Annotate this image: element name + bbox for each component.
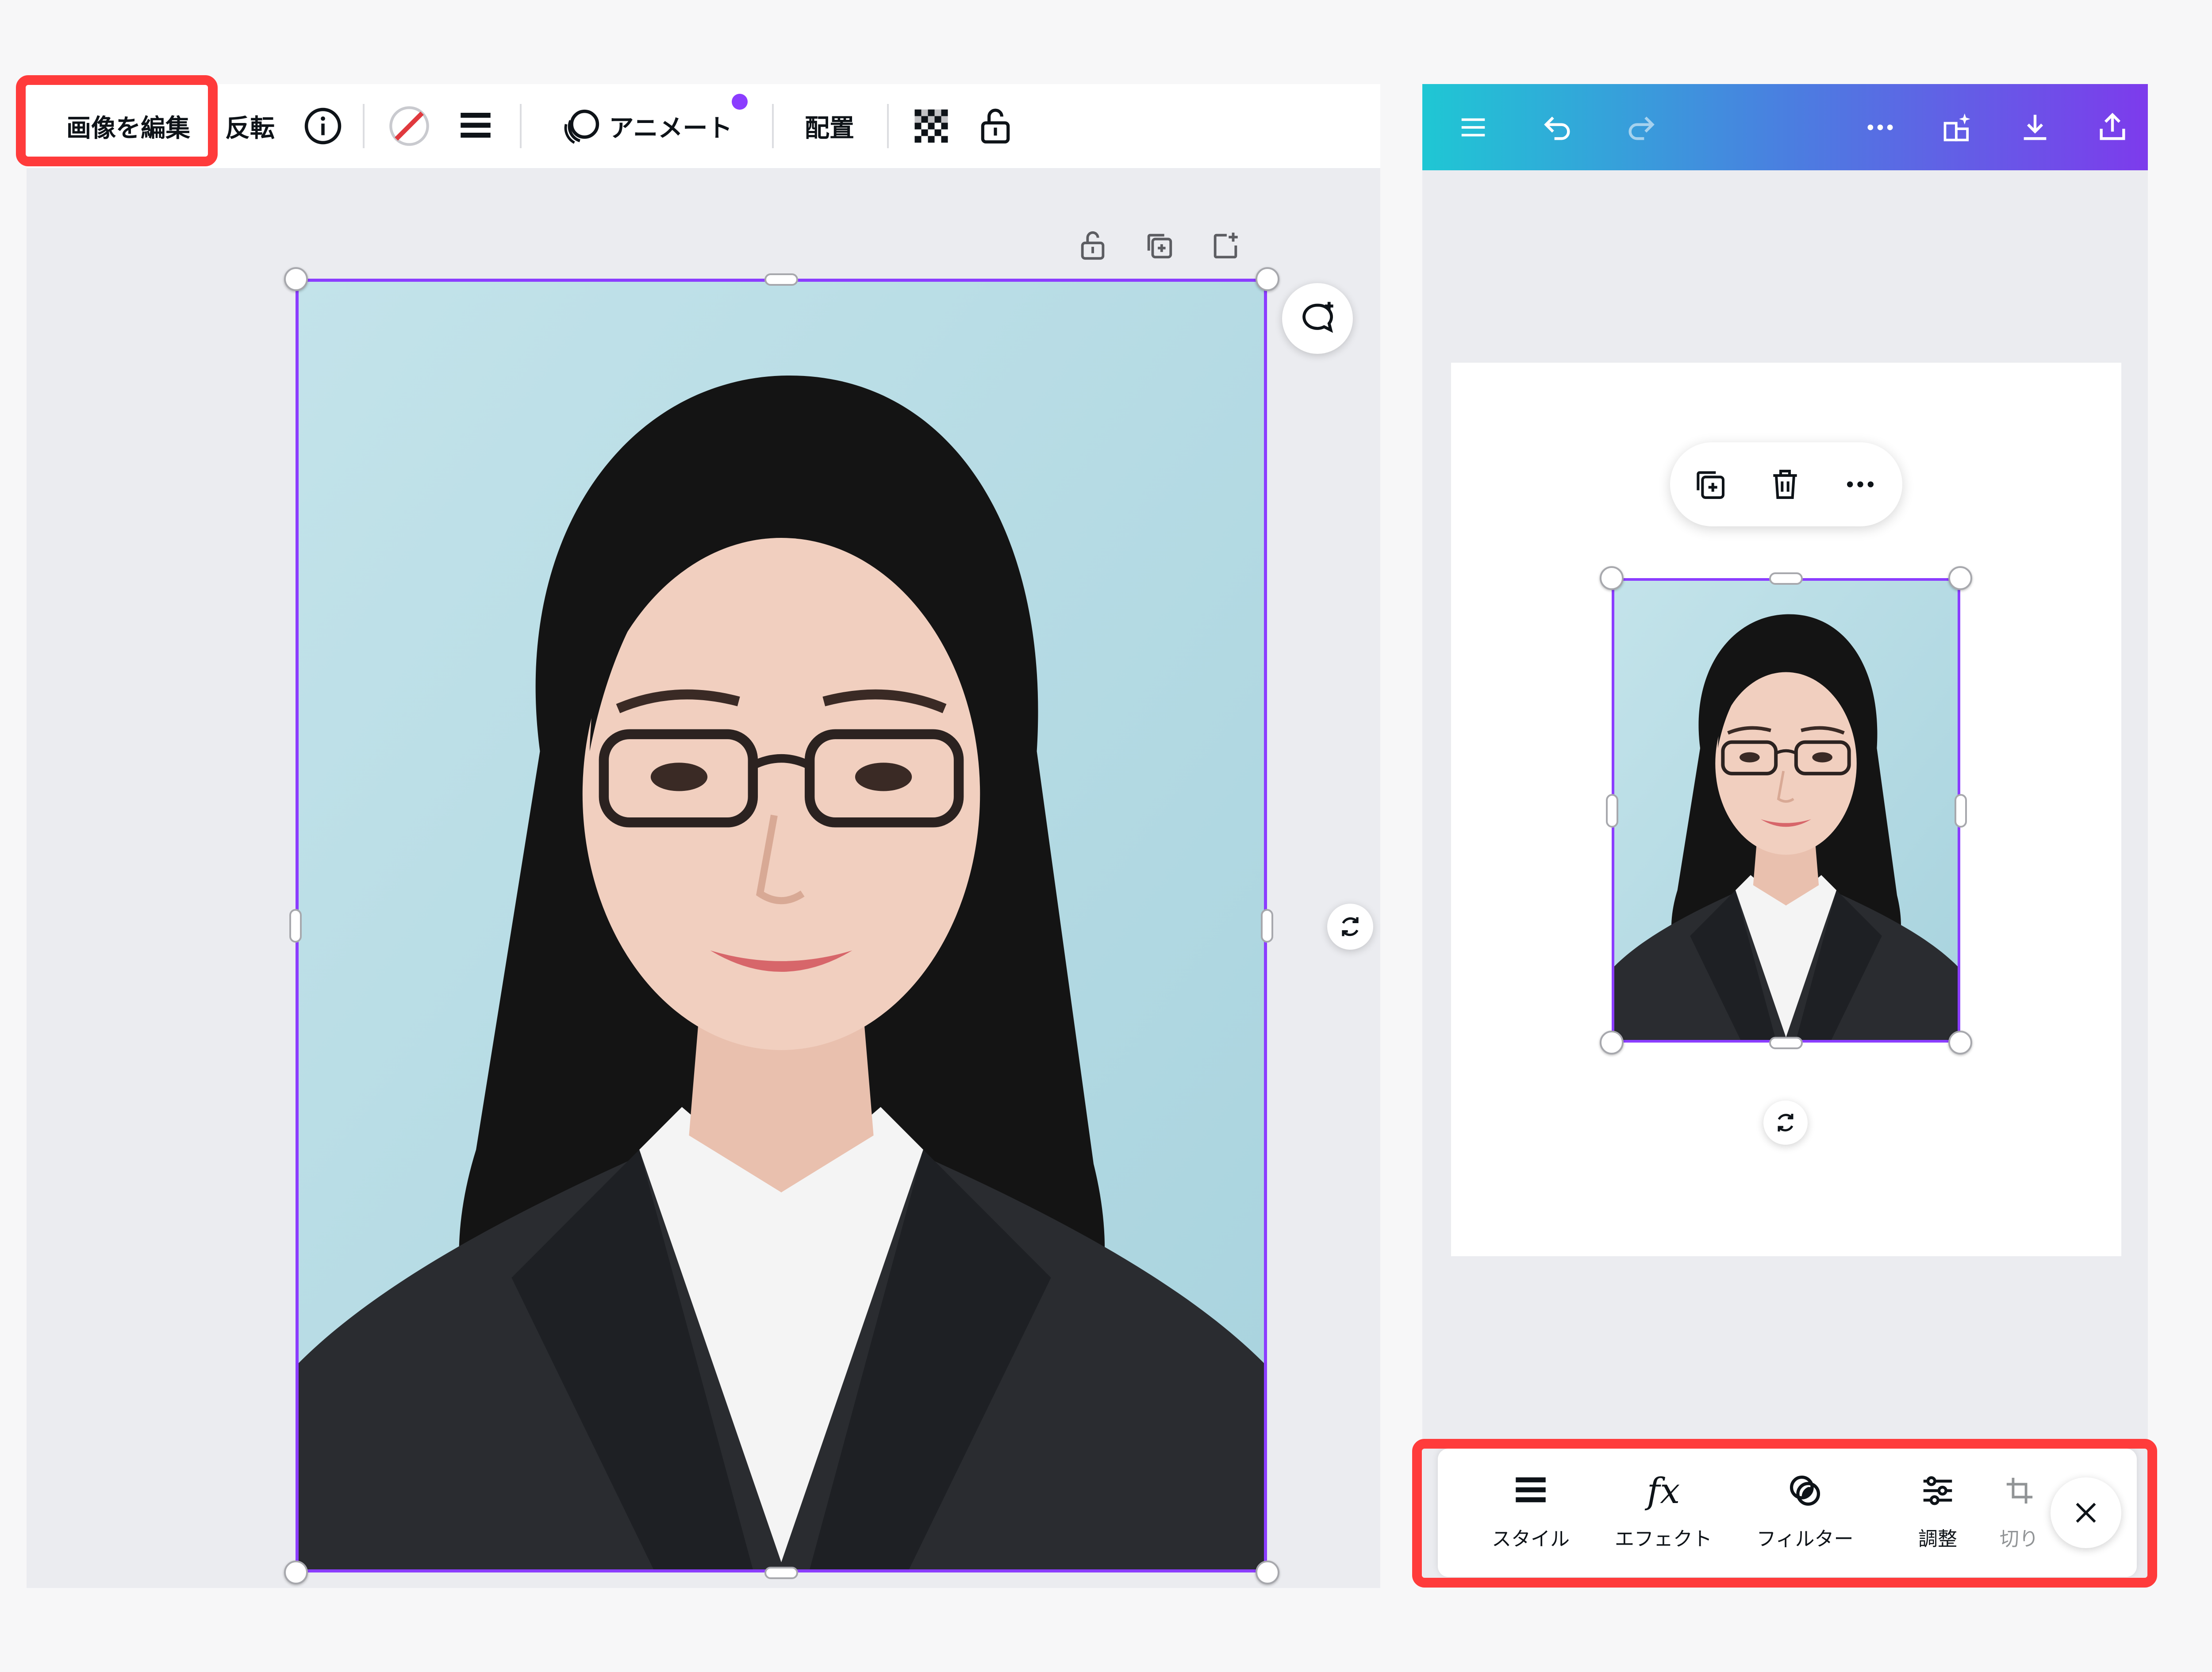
flip-button[interactable]: 反転	[217, 84, 283, 168]
more-options-button[interactable]	[1851, 84, 1909, 170]
resize-handle[interactable]	[1256, 1561, 1279, 1584]
rotate-button-mobile[interactable]	[1763, 1101, 1808, 1145]
resize-handle[interactable]	[1600, 1031, 1624, 1055]
adjust-label: 調整	[1918, 1528, 1957, 1550]
toolbar-divider	[363, 104, 365, 148]
flip-label: 反転	[225, 114, 275, 143]
duplicate-button[interactable]	[1688, 462, 1732, 506]
toolbar-divider	[772, 104, 774, 148]
duplicate-icon	[1147, 234, 1172, 259]
info-button[interactable]	[292, 84, 354, 168]
edit-image-button[interactable]: 画像を編集	[40, 84, 217, 168]
lock-element-button[interactable]	[1071, 223, 1115, 268]
rotate-icon	[1778, 1114, 1793, 1131]
transparency-checker-icon	[914, 109, 948, 143]
trash-icon	[1773, 470, 1797, 499]
border-style-button[interactable]	[442, 84, 509, 168]
resize-handle[interactable]	[1261, 909, 1273, 943]
crop-icon	[1991, 1466, 2048, 1515]
close-icon	[2076, 1503, 2096, 1523]
resize-handle[interactable]	[284, 1561, 308, 1584]
share-icon	[2100, 112, 2125, 140]
more-button[interactable]	[1838, 462, 1882, 506]
fx-icon: fx	[1647, 1470, 1680, 1511]
redo-icon	[1628, 116, 1655, 140]
resize-handle[interactable]	[289, 909, 302, 943]
resize-handle[interactable]	[1948, 566, 1972, 590]
hamburger-icon	[1461, 118, 1485, 136]
element-actions	[1071, 223, 1265, 268]
no-color-icon	[389, 106, 429, 146]
rotate-button[interactable]	[1327, 904, 1373, 950]
adjust-tool[interactable]: 調整	[1880, 1449, 1995, 1577]
resize-handle[interactable]	[284, 267, 308, 291]
portrait-image	[1614, 581, 1958, 1040]
style-tool[interactable]: スタイル	[1473, 1449, 1588, 1577]
crop-label: 切り	[2000, 1528, 2039, 1550]
image-toolbar: 画像を編集 反転 アニメート 配置	[27, 84, 1380, 168]
border-color-button[interactable]	[376, 84, 442, 168]
resize-handle[interactable]	[1769, 1037, 1803, 1049]
magic-resize-button[interactable]	[1929, 84, 1986, 170]
resize-handle[interactable]	[1600, 566, 1624, 590]
more-dots-icon	[1867, 124, 1893, 130]
download-button[interactable]	[2006, 84, 2064, 170]
position-button[interactable]: 配置	[781, 84, 878, 168]
add-element-button[interactable]	[1203, 223, 1248, 268]
undo-button[interactable]	[1528, 84, 1586, 170]
selected-photo-mobile[interactable]	[1612, 578, 1960, 1043]
resize-handle[interactable]	[1948, 1031, 1972, 1055]
rotate-icon	[1342, 917, 1359, 936]
style-lines-icon	[1473, 1466, 1588, 1515]
sliders-icon	[1880, 1466, 1995, 1515]
animate-icon	[564, 109, 599, 144]
animate-button[interactable]: アニメート	[531, 84, 761, 168]
toolbar-divider	[520, 104, 522, 148]
animate-label: アニメート	[609, 114, 733, 143]
resize-handle[interactable]	[1606, 794, 1618, 828]
resize-handle[interactable]	[1955, 794, 1967, 828]
transparency-button[interactable]	[898, 84, 964, 168]
menu-button[interactable]	[1444, 84, 1502, 170]
resize-handle[interactable]	[1256, 267, 1279, 291]
element-context-menu	[1670, 442, 1902, 526]
filter-icon	[1747, 1466, 1863, 1515]
more-dots-icon	[1847, 481, 1874, 487]
duplicate-element-button[interactable]	[1137, 223, 1181, 268]
style-label: スタイル	[1492, 1528, 1570, 1550]
add-page-icon	[1214, 232, 1238, 259]
lock-icon	[981, 108, 1010, 144]
lock-icon	[1081, 231, 1105, 260]
comment-button[interactable]	[1282, 283, 1353, 354]
filter-tool[interactable]: フィルター	[1747, 1449, 1863, 1577]
add-comment-icon	[1302, 302, 1333, 333]
filter-label: フィルター	[1756, 1528, 1854, 1550]
toolbar-divider	[887, 104, 889, 148]
duplicate-icon	[1697, 471, 1724, 499]
info-icon	[304, 107, 342, 145]
effects-label: エフェクト	[1615, 1528, 1712, 1550]
delete-button[interactable]	[1763, 462, 1807, 506]
position-label: 配置	[805, 114, 854, 143]
resize-handle[interactable]	[764, 1567, 798, 1579]
lock-button[interactable]	[964, 84, 1026, 168]
resize-handle[interactable]	[764, 273, 798, 286]
resize-handle[interactable]	[1769, 572, 1803, 585]
border-style-icon	[461, 113, 491, 138]
portrait-image	[299, 282, 1264, 1569]
redo-button[interactable]	[1613, 84, 1670, 170]
mobile-bottom-toolbar: スタイル fx エフェクト フィルター 調整 切り	[1438, 1449, 2137, 1577]
mobile-header	[1422, 84, 2148, 170]
undo-icon	[1544, 116, 1570, 140]
selected-photo[interactable]	[296, 279, 1267, 1572]
effects-tool[interactable]: fx エフェクト	[1606, 1449, 1721, 1577]
close-toolbar-button[interactable]	[2051, 1477, 2121, 1548]
magic-resize-icon	[1943, 113, 1970, 141]
share-button[interactable]	[2084, 84, 2141, 170]
download-icon	[2024, 115, 2047, 140]
crop-tool[interactable]: 切り	[1991, 1449, 2048, 1577]
new-feature-dot	[732, 94, 748, 110]
edit-image-label: 画像を編集	[66, 114, 190, 143]
